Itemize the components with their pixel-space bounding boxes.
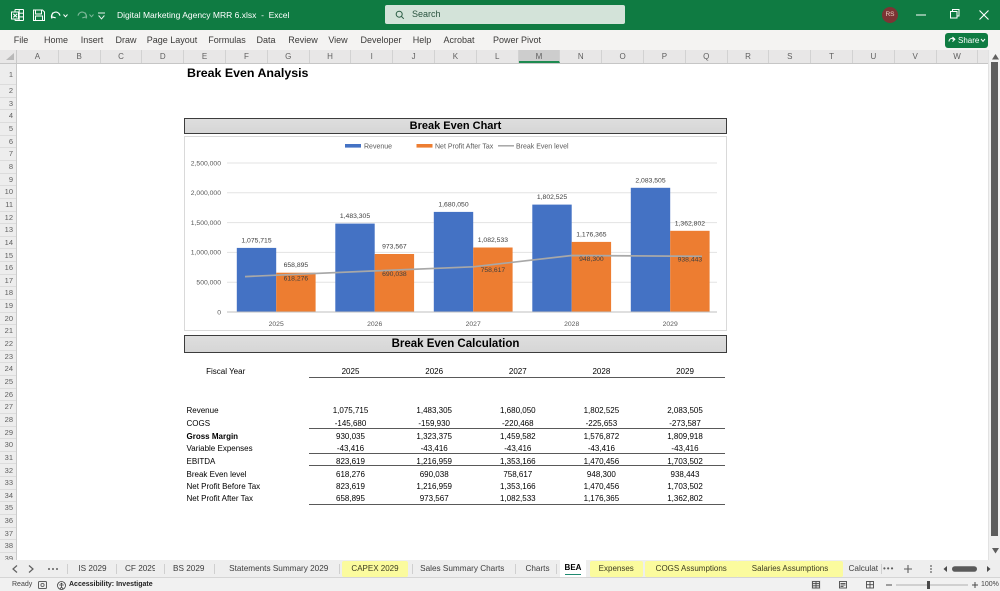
svg-text:Break Even level: Break Even level: [516, 144, 569, 151]
svg-text:2,083,505: 2,083,505: [635, 177, 665, 184]
svg-text:0: 0: [217, 309, 221, 316]
svg-text:2,000,000: 2,000,000: [191, 190, 221, 197]
svg-text:1,500,000: 1,500,000: [191, 220, 221, 227]
svg-text:2025: 2025: [269, 321, 284, 328]
svg-text:1,082,533: 1,082,533: [478, 237, 508, 244]
svg-text:758,617: 758,617: [481, 267, 506, 274]
svg-text:690,038: 690,038: [382, 271, 407, 278]
svg-text:2,500,000: 2,500,000: [191, 160, 221, 167]
svg-text:618,276: 618,276: [284, 276, 309, 283]
svg-text:2027: 2027: [466, 321, 481, 328]
svg-text:973,567: 973,567: [382, 244, 407, 251]
svg-text:1,075,715: 1,075,715: [241, 237, 271, 244]
svg-text:938,443: 938,443: [678, 256, 703, 263]
svg-text:1,362,802: 1,362,802: [675, 220, 705, 227]
svg-text:Net Profit After Tax: Net Profit After Tax: [435, 144, 494, 151]
svg-text:500,000: 500,000: [196, 280, 221, 287]
svg-text:2028: 2028: [564, 321, 579, 328]
svg-text:Revenue: Revenue: [364, 144, 392, 151]
svg-text:1,000,000: 1,000,000: [191, 250, 221, 257]
svg-text:948,300: 948,300: [579, 256, 604, 263]
svg-text:2029: 2029: [663, 321, 678, 328]
svg-text:1,802,525: 1,802,525: [537, 194, 567, 201]
svg-text:658,895: 658,895: [284, 262, 309, 269]
svg-text:1,176,365: 1,176,365: [576, 231, 606, 238]
svg-text:2026: 2026: [367, 321, 382, 328]
svg-text:1,680,050: 1,680,050: [438, 201, 468, 208]
svg-text:1,483,305: 1,483,305: [340, 213, 370, 220]
